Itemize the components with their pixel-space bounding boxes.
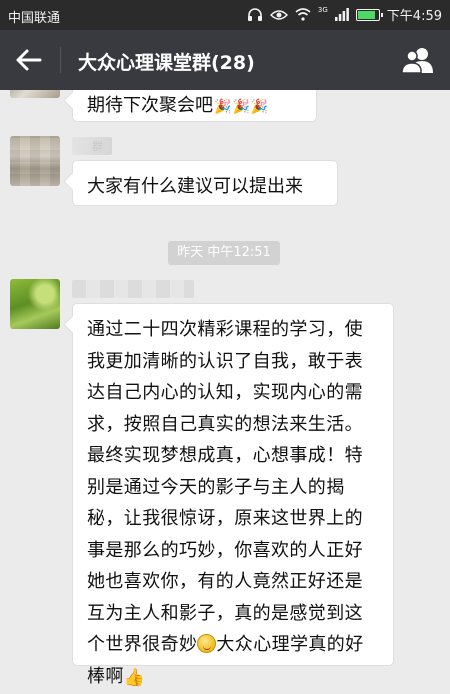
chat-title: 大众心理课堂群(28)	[78, 52, 255, 74]
avatar[interactable]	[10, 90, 60, 98]
avatar[interactable]	[10, 136, 60, 186]
message-line: 棒啊👍	[87, 661, 381, 694]
message-bubble[interactable]: 大家有什么建议可以提出来	[72, 160, 338, 206]
message-line: 最终实现梦想成真，心想事成！特	[87, 445, 363, 466]
message-line: 求，按照自己真实的想法来生活。	[87, 413, 363, 435]
avatar[interactable]	[10, 279, 60, 329]
message-line: 事是那么的巧妙，你喜欢的人正好	[87, 539, 363, 561]
message-text: 大家有什么建议可以提出来	[87, 176, 303, 197]
message-line: 互为主人和影子，真的是感觉到这	[87, 602, 363, 624]
status-bar: 中国联通 3G 下午4:59	[0, 0, 450, 30]
party-popper-icon: 🎉	[214, 99, 232, 115]
headset-icon	[247, 7, 262, 21]
battery-fill	[357, 10, 376, 19]
thumbs-up-icon: 👍	[123, 667, 146, 688]
carrier-name: 中国联通	[8, 11, 61, 26]
message-timestamp: 昨天 中午12:51	[168, 241, 280, 265]
message-line: 个世界很奇妙 大众心理学真的好	[87, 634, 364, 655]
message-line: 秘，让我很惊讶，原来这世界上的	[87, 508, 363, 529]
message-bubble[interactable]: 通过二十四次精彩课程的学习，使 我更加清晰的认识了自我，敢于表 达自己内心的认知…	[72, 303, 394, 688]
chat-header: 大众心理课堂群(28)	[0, 30, 450, 90]
signal-icon	[334, 8, 349, 21]
chat-area[interactable]: 期待下次聚会吧🎉🎉🎉 群 大家有什么建议可以提出来 昨天 中午12:51 通过二…	[0, 90, 450, 694]
message-line: 别是通过今天的影子与主人的揭	[87, 476, 345, 498]
sender-name: 群	[72, 137, 112, 155]
message-line: 达自己内心的认知，实现内心的需	[87, 382, 363, 403]
clock: 下午4:59	[386, 9, 442, 24]
message-bubble[interactable]: 期待下次聚会吧🎉🎉🎉	[72, 90, 317, 122]
eye-icon	[269, 9, 288, 20]
status-icons: 3G 下午4:59	[247, 5, 442, 24]
message-line: 我更加清晰的认识了自我，敢于表	[87, 350, 363, 372]
header-divider	[60, 47, 61, 73]
message-line: 她也喜欢你，有的人竟然正好还是	[87, 571, 363, 592]
message-line: 通过二十四次精彩课程的学习，使	[87, 319, 363, 340]
network-type: 3G	[317, 5, 328, 14]
wifi-icon	[295, 8, 311, 21]
message-text: 期待下次聚会吧🎉🎉🎉	[87, 95, 269, 116]
battery-icon	[355, 8, 383, 21]
sender-name	[72, 280, 194, 298]
group-members-icon[interactable]	[400, 46, 436, 74]
back-arrow-icon[interactable]	[14, 46, 44, 74]
party-popper-icon: 🎉	[250, 99, 269, 115]
party-popper-icon: 🎉	[232, 99, 250, 115]
smile-emoji-icon	[197, 634, 217, 653]
